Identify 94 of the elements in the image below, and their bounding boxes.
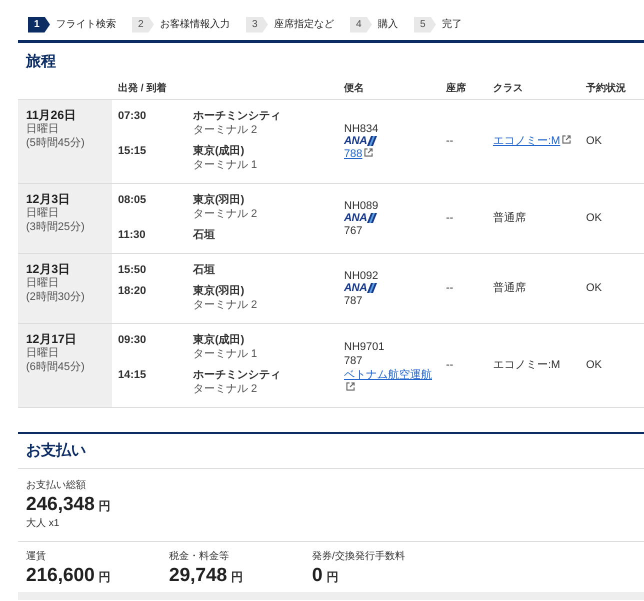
duration-text: (5時間45分) <box>26 136 86 150</box>
stripe-icon <box>367 283 378 293</box>
step-label: 購入 <box>378 18 398 32</box>
flight-number: NH092 <box>344 268 380 282</box>
terminal-text: ターミナル 2 <box>193 122 258 136</box>
stripe-icon <box>367 213 378 223</box>
step-label: フライト検索 <box>56 18 116 32</box>
seat-text: -- <box>446 211 454 225</box>
currency-text: 円 <box>98 498 111 512</box>
airport-name: 東京(成田) <box>193 332 246 346</box>
column-header: 出発 / 到着 <box>118 81 168 96</box>
duration-text: (6時間45分) <box>26 360 86 374</box>
class-text: エコノミー:M <box>493 358 560 372</box>
flight-number: NH834 <box>344 122 380 136</box>
step-number: 2 <box>132 16 154 32</box>
step-number: 1 <box>28 16 50 32</box>
airport-name: ホーチミンシティ <box>193 108 281 122</box>
fee-amount: 29,748 <box>169 564 228 588</box>
flight-number: NH089 <box>344 198 380 212</box>
step-label: 座席指定など <box>274 18 334 32</box>
date-text: 12月17日 <box>26 332 78 346</box>
fee-label: 税金・料金等 <box>169 550 230 564</box>
airport-name: ホーチミンシティ <box>193 368 281 382</box>
column-header: 便名 <box>344 82 365 96</box>
fee-label: 運賃 <box>26 550 47 564</box>
terminal-text: ターミナル 2 <box>193 298 258 312</box>
passenger-count: 大人 x1 <box>26 516 60 530</box>
airport-name: 石垣 <box>193 262 215 276</box>
status-text: OK <box>586 358 602 372</box>
class-link[interactable]: エコノミー:M <box>493 135 560 147</box>
status-text: OK <box>586 281 602 295</box>
time-text: 15:50 <box>118 262 148 276</box>
external-link-icon <box>346 382 355 390</box>
step-number: 4 <box>350 16 372 32</box>
step-number: 5 <box>414 16 436 32</box>
airport-name: 東京(羽田) <box>193 192 246 206</box>
column-header: 予約状況 <box>586 82 626 96</box>
total-label: お支払い総額 <box>26 478 87 492</box>
time-text: 11:30 <box>118 228 147 242</box>
aircraft-link[interactable]: 788 <box>344 148 362 160</box>
time-text: 15:15 <box>118 144 148 158</box>
external-link-icon <box>562 135 572 144</box>
status-text: OK <box>586 134 602 148</box>
total-amount: 246,348 <box>26 492 95 516</box>
aircraft-text: 787 <box>344 354 364 368</box>
time-text: 08:05 <box>118 192 148 208</box>
airport-name: 東京(羽田) <box>193 284 246 298</box>
date-text: 12月3日 <box>26 192 72 206</box>
class-text: 普通席 <box>493 281 526 295</box>
airport-name: 東京(成田) <box>193 144 246 158</box>
column-header: クラス <box>493 82 524 96</box>
time-text: 07:30 <box>118 108 148 124</box>
weekday-text: 日曜日 <box>26 346 60 360</box>
airline-logo: ANA <box>344 212 446 224</box>
operator-link[interactable]: ベトナム航空運航 <box>344 368 446 382</box>
terminal-text: ターミナル 1 <box>193 346 258 360</box>
fee-amount: 216,600 <box>26 564 95 588</box>
section-title: 旅程 <box>24 52 57 72</box>
section-title: お支払い <box>18 434 644 468</box>
duration-text: (3時間25分) <box>26 220 86 234</box>
duration-text: (2時間30分) <box>26 290 86 304</box>
status-text: OK <box>586 211 602 225</box>
terminal-text: ターミナル 1 <box>193 158 258 172</box>
currency-text: 円 <box>326 570 339 584</box>
step-number: 3 <box>246 16 268 32</box>
weekday-text: 日曜日 <box>26 122 60 136</box>
airport-name: 石垣 <box>193 228 215 242</box>
time-text: 18:20 <box>118 284 148 298</box>
terminal-text: ターミナル 2 <box>193 382 258 396</box>
airline-logo: ANA <box>344 136 446 146</box>
stripe-icon <box>367 136 378 146</box>
time-text: 14:15 <box>118 368 148 382</box>
time-text: 09:30 <box>118 332 148 348</box>
fee-amount: 0 <box>312 564 323 588</box>
class-text: 普通席 <box>493 211 526 225</box>
step-label: 完了 <box>442 18 462 32</box>
weekday-text: 日曜日 <box>26 206 60 220</box>
currency-text: 円 <box>231 570 244 584</box>
date-text: 11月26日 <box>26 108 78 122</box>
terminal-text: ターミナル 2 <box>193 206 258 220</box>
date-text: 12月3日 <box>26 262 72 276</box>
aircraft-text: 767 <box>344 224 364 238</box>
currency-text: 円 <box>98 570 111 584</box>
seat-text: -- <box>446 134 454 148</box>
flight-number: NH9701 <box>344 340 386 354</box>
seat-text: -- <box>446 281 454 295</box>
column-header: 座席 <box>446 81 467 96</box>
weekday-text: 日曜日 <box>26 276 60 290</box>
seat-text: -- <box>446 358 454 372</box>
external-link-icon <box>364 148 374 156</box>
fee-label: 発券/交換発行手数料 <box>312 550 406 564</box>
aircraft-text: 787 <box>344 294 364 308</box>
step-label: お客様情報入力 <box>160 18 230 32</box>
airline-logo: ANA <box>344 282 446 294</box>
